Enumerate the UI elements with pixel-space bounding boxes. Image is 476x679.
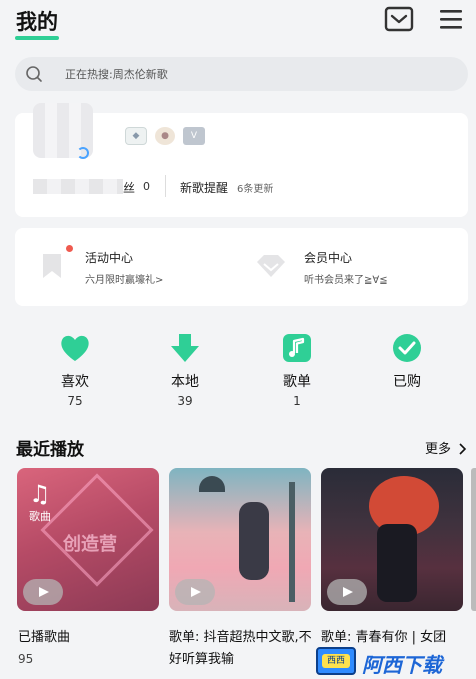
quick-local-label: 本地 (171, 374, 199, 390)
search-icon (25, 65, 43, 83)
watermark-text: 阿西下载 (362, 653, 442, 677)
cover-art-text: 创造营 (63, 534, 117, 555)
avatar-badge-icon (77, 147, 89, 159)
profile-card[interactable]: ◆ ● V 丝 0 新歌提醒 6条更新 (15, 103, 468, 217)
quick-playlist[interactable]: 歌单 1 (257, 331, 337, 408)
badge-list: ◆ ● V (125, 127, 205, 145)
new-songs-count[interactable]: 6条更新 (237, 180, 273, 195)
watermark-box-text: 西西 (322, 654, 350, 668)
tile-count: 95 (18, 652, 34, 666)
quick-like-label: 喜欢 (61, 374, 89, 390)
cover-art-pole (289, 482, 295, 602)
medal-badge-icon[interactable]: ● (155, 127, 175, 145)
title-underline (15, 36, 59, 40)
fans-blurred-text (33, 179, 123, 194)
quick-like[interactable]: 喜欢 75 (35, 331, 115, 408)
activity-center-title[interactable]: 活动中心 (85, 249, 133, 266)
notification-dot (66, 245, 73, 252)
cover-art-lamp (199, 476, 225, 492)
play-button[interactable] (327, 579, 367, 605)
page-title: 我的 (16, 10, 58, 34)
cover-art-figure (239, 502, 269, 580)
watermark-icon: 西西 (316, 647, 356, 675)
diamond-badge-icon[interactable]: ◆ (125, 127, 147, 145)
quick-playlist-count: 1 (293, 394, 301, 408)
quick-like-count: 75 (67, 394, 83, 408)
activity-card: 活动中心 六月限时赢壕礼> 会员中心 听书会员来了≧∀≦ (15, 228, 468, 306)
bookmark-icon[interactable] (39, 252, 67, 280)
activity-center-subtitle[interactable]: 六月限时赢壕礼> (85, 271, 163, 286)
tile-caption-label: 歌曲 (29, 510, 51, 523)
download-arrow-icon (168, 331, 202, 365)
search-placeholder: 正在热搜:周杰伦新歌 (65, 68, 168, 81)
check-circle-icon (390, 331, 424, 365)
mail-icon[interactable] (384, 6, 414, 32)
recent-play-title: 最近播放 (16, 440, 84, 460)
fans-label[interactable]: 丝 (123, 179, 135, 196)
fans-count[interactable]: 0 (143, 180, 150, 193)
recent-tile-playlist-youth[interactable] (321, 468, 463, 611)
search-bar[interactable]: 正在热搜:周杰伦新歌 (15, 57, 468, 91)
music-note-icon (280, 331, 314, 365)
play-button[interactable] (23, 579, 63, 605)
top-header: 我的 (0, 0, 476, 52)
menu-icon[interactable] (438, 7, 466, 31)
recent-tile-playlist-douyin[interactable] (169, 468, 311, 611)
music-note-icon: ♫ (29, 480, 51, 508)
quick-purchased-label: 已购 (393, 374, 421, 390)
watermark-logo: 西西 阿西下载 (316, 645, 476, 679)
chevron-right-icon[interactable] (458, 440, 467, 455)
tile-title[interactable]: 已播歌曲 (18, 627, 166, 649)
quick-purchased[interactable]: 已购 (367, 331, 447, 394)
next-tile-edge[interactable] (471, 468, 476, 611)
quick-local-count: 39 (177, 394, 193, 408)
divider (165, 175, 166, 197)
recent-tile-played-songs[interactable]: 创造营 ♫ 歌曲 (17, 468, 159, 611)
vip-badge-icon[interactable]: V (183, 127, 205, 145)
quick-local[interactable]: 本地 39 (145, 331, 225, 408)
diamond-icon[interactable] (255, 253, 287, 279)
more-link[interactable]: 更多 (425, 438, 451, 457)
new-songs-label[interactable]: 新歌提醒 (180, 179, 228, 196)
quick-playlist-label: 歌单 (283, 374, 311, 390)
tile-title[interactable]: 歌单: 抖音超热中文歌,不好听算我输 (169, 627, 317, 671)
tile-caption: ♫ 歌曲 (29, 482, 51, 524)
vip-center-subtitle[interactable]: 听书会员来了≧∀≦ (304, 271, 388, 286)
cover-art-figure (377, 524, 417, 602)
play-button[interactable] (175, 579, 215, 605)
vip-center-title[interactable]: 会员中心 (304, 249, 352, 266)
heart-icon (58, 331, 92, 365)
